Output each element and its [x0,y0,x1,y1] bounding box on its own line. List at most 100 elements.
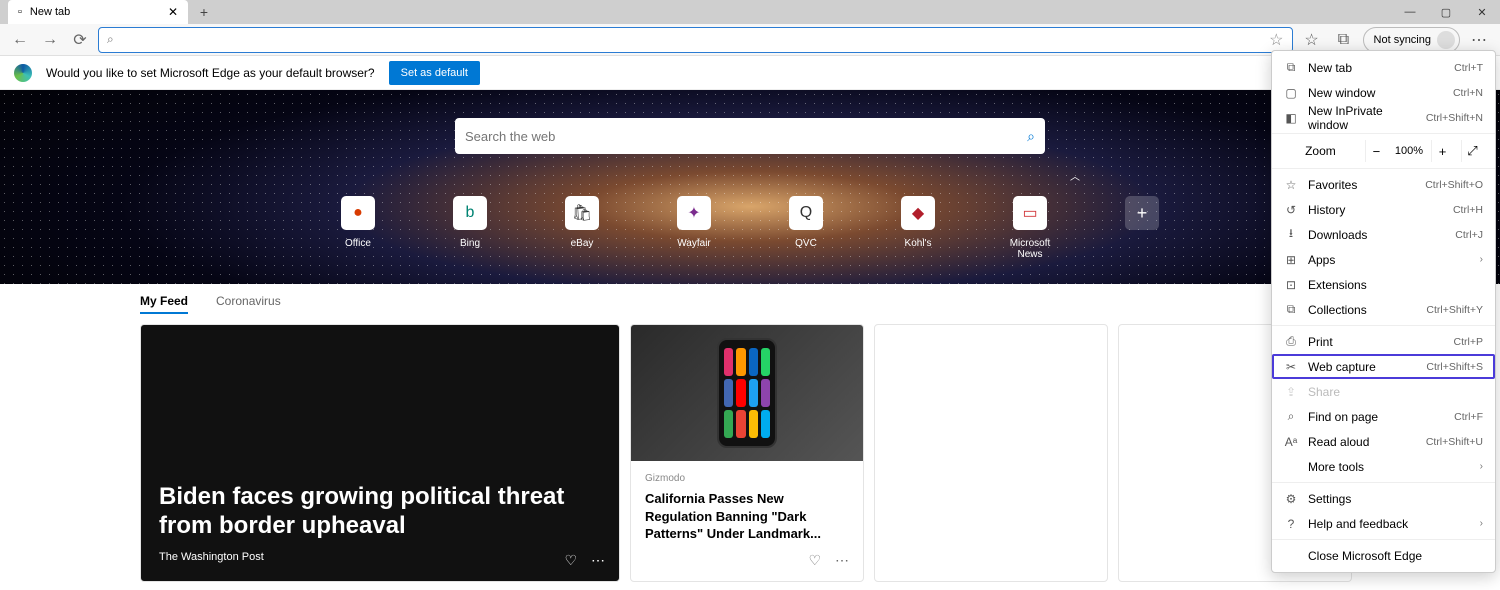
maximize-button[interactable]: ▢ [1428,0,1464,24]
settings-menu: ⧉New tabCtrl+T▢New windowCtrl+N◧New InPr… [1271,50,1496,573]
menu-item-extensions[interactable]: ⊡Extensions [1272,272,1495,297]
quicklink-kohl-s[interactable]: ◆Kohl's [890,196,946,249]
quicklink-tile: 🛍 [565,196,599,230]
quicklink-bing[interactable]: bBing [442,196,498,249]
sync-label: Not syncing [1374,34,1431,46]
menu-item-icon: Aᵃ [1284,435,1298,449]
feed-card-large[interactable]: Biden faces growing political threat fro… [140,324,620,582]
address-bar[interactable]: ⌕ ☆ [98,27,1293,53]
menu-item-print[interactable]: ⎙PrintCtrl+P [1272,329,1495,354]
card-source: Gizmodo [645,473,849,484]
menu-item-close-microsoft-edge[interactable]: Close Microsoft Edge [1272,543,1495,568]
menu-item-shortcut: Ctrl+H [1453,204,1483,216]
quicklink-tile: ◆ [901,196,935,230]
collapse-quicklinks-icon[interactable]: ︿ [1070,168,1080,183]
menu-item-label: Settings [1308,492,1483,506]
fullscreen-button[interactable]: ⤢ [1461,140,1483,162]
menu-item-label: Print [1308,335,1444,349]
feed-tab-coronavirus[interactable]: Coronavirus [216,294,281,314]
menu-item-label: Find on page [1308,410,1444,424]
quicklink-office[interactable]: ●Office [330,196,386,249]
quicklink-qvc[interactable]: QQVC [778,196,834,249]
menu-item-find-on-page[interactable]: ⌕ Find on page Ctrl+F [1272,404,1495,429]
profile-sync-button[interactable]: Not syncing [1363,27,1460,53]
menu-item-history[interactable]: ↺ History Ctrl+H [1272,197,1495,222]
menu-item-web-capture[interactable]: ✂Web captureCtrl+Shift+S [1272,354,1495,379]
menu-item-more-tools[interactable]: More tools› [1272,454,1495,479]
menu-item-shortcut: Ctrl+N [1453,87,1483,99]
menu-item-collections[interactable]: ⧉CollectionsCtrl+Shift+Y [1272,297,1495,322]
menu-item-settings[interactable]: ⚙ Settings [1272,486,1495,511]
favorites-toolbar-icon[interactable]: ☆ [1299,27,1325,53]
menu-item-help-and-feedback[interactable]: ?Help and feedback› [1272,511,1495,536]
menu-item-apps[interactable]: ⊞Apps› [1272,247,1495,272]
quicklink-tile: ▭ [1013,196,1047,230]
zoom-in-button[interactable]: + [1431,140,1453,162]
bookmark-icon[interactable]: ♡ [564,552,577,569]
menu-item-read-aloud[interactable]: AᵃRead aloudCtrl+Shift+U [1272,429,1495,454]
quicklink-wayfair[interactable]: ✦Wayfair [666,196,722,249]
menu-item-icon: ⚙ [1284,492,1298,506]
phone-graphic [717,338,777,448]
card-actions: ♡ ⋯ [564,552,605,569]
menu-item-new-tab[interactable]: ⧉New tabCtrl+T [1272,55,1495,80]
menu-item-icon: ⇪ [1284,385,1298,399]
menu-item-icon: ☆ [1284,178,1298,192]
minimize-button[interactable]: — [1392,0,1428,24]
menu-item-label: Apps [1308,253,1470,267]
web-search-bar[interactable]: ⌕ [455,118,1045,154]
chevron-right-icon: › [1480,518,1483,529]
set-default-button[interactable]: Set as default [389,61,480,85]
menu-item-icon: ⊞ [1284,253,1298,267]
add-quicklink-button[interactable]: + [1114,196,1170,238]
forward-button[interactable]: → [38,28,62,52]
feed-tab-my-feed[interactable]: My Feed [140,294,188,314]
close-window-button[interactable]: ✕ [1464,0,1500,24]
zoom-row: Zoom−100%+⤢ [1272,137,1495,165]
search-submit-icon[interactable]: ⌕ [1027,128,1035,145]
menu-item-icon: ⌕ [1284,409,1298,424]
more-icon[interactable]: ⋯ [835,552,849,569]
back-button[interactable]: ← [8,28,32,52]
menu-item-label: Read aloud [1308,435,1416,449]
menu-item-favorites[interactable]: ☆FavoritesCtrl+Shift+O [1272,172,1495,197]
feed-card-small[interactable]: Gizmodo California Passes New Regulation… [630,324,864,582]
menu-item-label: Favorites [1308,178,1415,192]
address-input[interactable] [120,30,1269,50]
quicklink-microsoft-news[interactable]: ▭Microsoft News [1002,196,1058,260]
menu-item-new-window[interactable]: ▢New windowCtrl+N [1272,80,1495,105]
zoom-out-button[interactable]: − [1365,140,1387,162]
menu-item-icon: ↺ [1284,203,1298,217]
quick-links-row: ●Office bBing 🛍eBay ✦Wayfair QQVC ◆Kohl's ▭Mic… [330,196,1170,260]
bookmark-icon[interactable]: ♡ [808,552,821,569]
card-actions: ♡ ⋯ [808,552,849,569]
quicklink-tile: Q [789,196,823,230]
menu-item-share: ⇪Share [1272,379,1495,404]
menu-item-label: More tools [1308,460,1470,474]
menu-item-label: Downloads [1308,228,1445,242]
card-source: The Washington Post [159,551,601,563]
menu-item-downloads[interactable]: ⭳DownloadsCtrl+J [1272,222,1495,247]
menu-item-shortcut: Ctrl+J [1455,229,1483,241]
refresh-button[interactable]: ⟳ [68,28,92,52]
menu-button[interactable]: ⋯ [1466,27,1492,53]
menu-item-label: History [1308,203,1443,217]
card-title: Biden faces growing political threat fro… [159,483,601,541]
browser-tab[interactable]: ▫ New tab ✕ [8,0,188,24]
new-tab-button[interactable]: + [192,4,216,20]
menu-item-new-inprivate-window[interactable]: ◧New InPrivate windowCtrl+Shift+N [1272,105,1495,130]
menu-item-icon: ✂ [1284,360,1298,374]
quicklink-tile: ● [341,196,375,230]
quicklink-ebay[interactable]: 🛍eBay [554,196,610,249]
more-icon[interactable]: ⋯ [591,552,605,569]
favorite-icon[interactable]: ☆ [1269,30,1283,50]
menu-item-label: Close Microsoft Edge [1308,549,1483,563]
menu-item-label: Extensions [1308,278,1483,292]
titlebar: ▫ New tab ✕ + — ▢ ✕ [0,0,1500,24]
menu-item-shortcut: Ctrl+F [1454,411,1483,423]
menu-item-shortcut: Ctrl+Shift+N [1426,112,1483,124]
web-search-input[interactable] [465,129,1027,144]
tab-title: New tab [30,6,70,18]
close-tab-icon[interactable]: ✕ [168,5,178,19]
collections-toolbar-icon[interactable]: ⧉ [1331,27,1357,53]
